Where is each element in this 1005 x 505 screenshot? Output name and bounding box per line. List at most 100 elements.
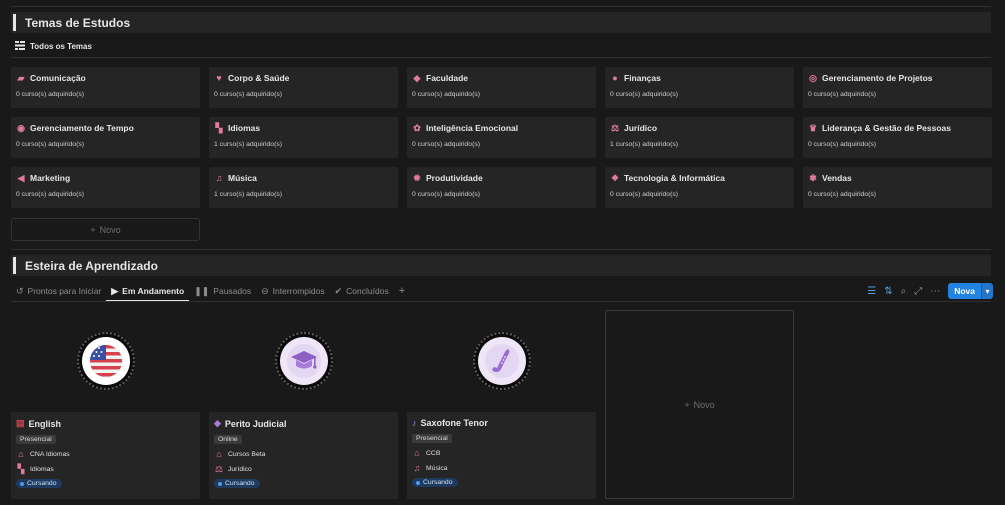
theme-name: Finanças bbox=[624, 73, 661, 83]
view-tab-all-themes[interactable]: Todos os Temas bbox=[15, 41, 92, 52]
music-note-icon: ♫ bbox=[215, 173, 223, 183]
theme-name: Gerenciamento de Tempo bbox=[30, 123, 134, 133]
mode-tag: Presencial bbox=[412, 434, 452, 443]
theme-card[interactable]: ✿ Inteligência Emocional 0 curso(s) adquir… bbox=[407, 117, 596, 158]
sort-icon[interactable]: ⇅ bbox=[884, 286, 892, 297]
theme-card[interactable]: ⚖ Jurídico 1 curso(s) adquirido(s) bbox=[605, 117, 794, 158]
course-cover bbox=[407, 310, 596, 412]
theme-name: Vendas bbox=[822, 173, 852, 183]
theme-name: Marketing bbox=[30, 173, 71, 183]
theme-card[interactable]: ♥ Corpo & Saúde 0 curso(s) adquirido(s) bbox=[209, 67, 398, 108]
status-label: Cursando bbox=[27, 480, 57, 487]
filter-icon[interactable]: ☰ bbox=[867, 286, 876, 297]
more-icon[interactable]: ⋯ bbox=[930, 286, 940, 297]
mode-tag: Presencial bbox=[16, 435, 56, 444]
gear-icon: ✹ bbox=[413, 172, 421, 183]
theme-card[interactable]: ◆ Faculdade 0 curso(s) adquirido(s) bbox=[407, 67, 596, 108]
theme-course-count: 0 curso(s) adquirido(s) bbox=[610, 91, 678, 98]
theme-course-count: 0 curso(s) adquirido(s) bbox=[808, 141, 876, 148]
theme-card[interactable]: ● Finanças 0 curso(s) adquirido(s) bbox=[605, 67, 794, 108]
add-view-button[interactable]: + bbox=[394, 281, 410, 301]
tab-label: Em Andamento bbox=[122, 286, 185, 296]
pause-icon: ❚❚ bbox=[194, 285, 210, 296]
theme-card[interactable]: ❖ Tecnologia & Informática 0 curso(s) adqu… bbox=[605, 167, 794, 208]
saxophone-icon: ♪ bbox=[412, 418, 417, 428]
theme-name: Idiomas bbox=[228, 123, 261, 133]
brain-icon: ✿ bbox=[413, 122, 421, 133]
tab-prontos-para-iniciar[interactable]: ↺ Prontos para Iniciar bbox=[11, 281, 106, 301]
view-toolbar: ☰ ⇅ ⌕ ⤢ ⋯ Nova ▾ bbox=[867, 281, 993, 301]
course-badge bbox=[472, 332, 531, 390]
header-accent-bar bbox=[13, 14, 16, 31]
alarm-icon: ◉ bbox=[17, 122, 25, 133]
tab-label: Concluídos bbox=[346, 286, 389, 296]
plus-icon: + bbox=[398, 285, 406, 297]
path-section-header: Esteira de Aprendizado bbox=[11, 255, 991, 276]
view-tabs: ↺ Prontos para Iniciar ▶ Em Andamento ❚❚ Pa… bbox=[11, 281, 993, 302]
theme-course-count: 1 curso(s) adquirido(s) bbox=[214, 191, 282, 198]
theme-name: Inteligência Emocional bbox=[426, 123, 519, 133]
new-course-card[interactable]: + Novo bbox=[605, 310, 794, 499]
course-name: Saxofone Tenor bbox=[420, 418, 488, 428]
theme-card[interactable]: ▚ Idiomas 1 curso(s) adquirido(s) bbox=[209, 117, 398, 158]
course-body: ◆ Perito Judicial Online ⌂ Cursos Beta ⚖ Ju… bbox=[209, 412, 398, 499]
theme-course-count: 0 curso(s) adquirido(s) bbox=[16, 191, 84, 198]
new-theme-button[interactable]: + Novo bbox=[11, 218, 200, 241]
theme-card[interactable]: ✹ Produtividade 0 curso(s) adquirido(s) bbox=[407, 167, 596, 208]
saxophone-icon bbox=[484, 344, 519, 378]
course-theme: Idiomas bbox=[30, 465, 54, 473]
chat-icon: ▰ bbox=[17, 72, 25, 83]
status-badge: Cursando bbox=[412, 478, 459, 487]
theme-card[interactable]: ♫ Música 1 curso(s) adquirido(s) bbox=[209, 167, 398, 208]
megaphone-icon: ◀ bbox=[17, 172, 25, 183]
tab-em-andamento[interactable]: ▶ Em Andamento bbox=[106, 281, 190, 302]
theme-card[interactable]: ♛ Liderança & Gestão de Pessoas 0 curso(s)… bbox=[803, 117, 992, 158]
plus-icon: + bbox=[90, 224, 96, 235]
divider bbox=[11, 301, 991, 302]
mode-tag: Online bbox=[214, 435, 242, 444]
tab-concluidos[interactable]: ✔ Concluídos bbox=[330, 281, 394, 301]
target-icon: ◎ bbox=[809, 72, 817, 83]
status-badge: Cursando bbox=[214, 479, 261, 488]
course-body: ♪ Saxofone Tenor Presencial ⌂ CCB ♫ Música … bbox=[407, 412, 596, 499]
tab-interrompidos[interactable]: ⊖ Interrompidos bbox=[256, 281, 330, 301]
new-label: Novo bbox=[99, 224, 121, 235]
theme-name: Faculdade bbox=[426, 73, 469, 83]
money-bag-icon: ● bbox=[612, 73, 618, 83]
course-card[interactable]: ◆ Perito Judicial Online ⌂ Cursos Beta ⚖ Ju… bbox=[209, 310, 398, 499]
chevron-down-icon[interactable]: ▾ bbox=[981, 283, 993, 299]
theme-name: Gerenciamento de Projetos bbox=[822, 73, 933, 83]
tab-label: Pausados bbox=[213, 286, 252, 296]
play-icon: ▶ bbox=[111, 285, 119, 296]
new-entry-button[interactable]: Nova bbox=[948, 283, 981, 299]
themes-section-header: Temas de Estudos bbox=[11, 12, 991, 33]
header-accent-bar bbox=[13, 257, 16, 274]
graduation-cap-icon: ◆ bbox=[214, 418, 221, 428]
course-body: ▤ English Presencial ⌂ CNA Idiomas ▚ Idioma… bbox=[11, 412, 200, 499]
theme-card[interactable]: ◉ Gerenciamento de Tempo 0 curso(s) adquir… bbox=[11, 117, 200, 158]
theme-card[interactable]: ▰ Comunicação 0 curso(s) adquirido(s) bbox=[11, 67, 200, 108]
theme-course-count: 0 curso(s) adquirido(s) bbox=[214, 91, 282, 98]
expand-icon[interactable]: ⤢ bbox=[914, 286, 922, 297]
theme-card[interactable]: ◎ Gerenciamento de Projetos 0 curso(s) adq… bbox=[803, 67, 992, 108]
tab-pausados[interactable]: ❚❚ Pausados bbox=[189, 281, 256, 301]
chip-icon: ❖ bbox=[610, 172, 620, 183]
course-theme: Jurídico bbox=[228, 465, 252, 473]
stop-icon: ⊖ bbox=[261, 285, 269, 296]
translate-icon: ▚ bbox=[17, 463, 25, 474]
history-icon: ↺ bbox=[16, 285, 24, 296]
tab-label: Interrompidos bbox=[272, 286, 325, 296]
theme-card[interactable]: ◀ Marketing 0 curso(s) adquirido(s) bbox=[11, 167, 200, 208]
theme-card[interactable]: ✾ Vendas 0 curso(s) adquirido(s) bbox=[803, 167, 992, 208]
theme-course-count: 0 curso(s) adquirido(s) bbox=[808, 191, 876, 198]
new-label: Novo bbox=[693, 399, 715, 410]
home-icon: ⌂ bbox=[18, 449, 24, 459]
course-card[interactable]: ♪ Saxofone Tenor Presencial ⌂ CCB ♫ Música … bbox=[407, 310, 596, 499]
scales-icon: ⚖ bbox=[214, 463, 224, 474]
graduation-cap-icon bbox=[286, 344, 321, 378]
theme-course-count: 0 curso(s) adquirido(s) bbox=[808, 91, 876, 98]
status-label: Cursando bbox=[225, 480, 255, 487]
translate-icon: ▚ bbox=[215, 122, 223, 133]
search-icon[interactable]: ⌕ bbox=[901, 286, 907, 297]
course-card[interactable]: ▤ English Presencial ⌂ CNA Idiomas ▚ Idioma… bbox=[11, 310, 200, 499]
